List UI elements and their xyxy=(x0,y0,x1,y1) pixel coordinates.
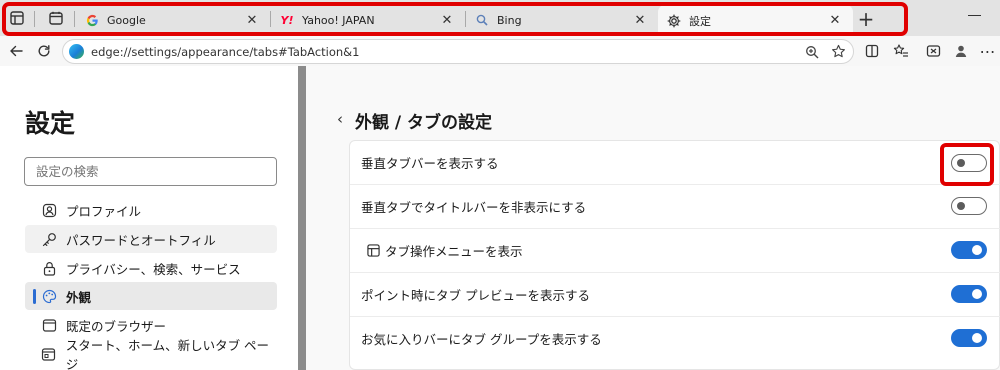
bing-search-icon xyxy=(475,13,489,27)
setting-row-hide-title-bar: 垂直タブでタイトルバーを非表示にする xyxy=(350,185,1000,228)
settings-search-input[interactable] xyxy=(24,157,277,186)
split-screen-icon xyxy=(865,44,879,58)
refresh-button[interactable] xyxy=(33,40,55,62)
tab-title: Bing xyxy=(497,13,522,27)
tab-title: Google xyxy=(107,13,146,27)
page-title: 外観 / タブの設定 xyxy=(355,113,493,133)
toggle-knob xyxy=(957,159,965,167)
lock-icon xyxy=(41,260,57,276)
browser-window-icon xyxy=(41,317,57,333)
favorites-list-icon xyxy=(893,44,908,57)
setting-label: お気に入りバーにタブ グループを表示する xyxy=(361,332,602,347)
sidebar-item-label: 外観 xyxy=(66,289,92,305)
key-icon xyxy=(41,231,57,247)
sidebar-item-start-home[interactable]: スタート、ホーム、新しいタブ ページ xyxy=(25,338,277,370)
sidebar-item-passwords[interactable]: パスワードとオートフィル xyxy=(25,225,277,253)
home-window-icon xyxy=(41,346,57,362)
tab-separator xyxy=(34,11,35,27)
tab-groups-favorites-toggle[interactable] xyxy=(951,329,987,347)
back-chevron-icon[interactable]: ‹ xyxy=(333,110,347,128)
favorite-button[interactable] xyxy=(827,41,849,63)
star-icon xyxy=(831,44,845,58)
sidebar-item-label: プロファイル xyxy=(66,203,142,219)
edge-logo-icon xyxy=(69,44,84,59)
plus-icon: + xyxy=(857,7,875,31)
web-capture-button[interactable] xyxy=(922,40,944,62)
refresh-icon xyxy=(38,45,50,57)
tab-bing[interactable]: Bing ✕ xyxy=(466,7,658,33)
tab-yahoo[interactable]: Y! Yahoo! JAPAN ✕ xyxy=(271,7,465,33)
toggle-knob xyxy=(972,289,982,299)
setting-row-tab-actions-menu: タブ操作メニューを表示 xyxy=(350,229,1000,272)
tab-separator xyxy=(74,11,75,27)
sidebar-item-label: スタート、ホーム、新しいタブ ページ xyxy=(65,338,270,370)
address-bar[interactable]: edge://settings/appearance/tabs#TabActio… xyxy=(62,39,854,64)
yahoo-y-icon: Y! xyxy=(280,13,294,27)
tab-settings-card: 垂直タブバーを表示する 垂直タブでタイトルバーを非表示にする タブ操作メニューを… xyxy=(349,140,1000,370)
sidebar-item-appearance[interactable]: 外観 xyxy=(25,282,277,310)
back-button[interactable] xyxy=(5,40,27,62)
url-text[interactable]: edge://settings/appearance/tabs#TabActio… xyxy=(91,45,801,59)
zoom-button[interactable] xyxy=(801,41,823,63)
workspaces-button[interactable] xyxy=(47,9,65,27)
web-capture-icon xyxy=(926,45,940,57)
tab-google[interactable]: Google ✕ xyxy=(76,7,270,33)
tab-actions-menu-button[interactable] xyxy=(8,9,26,27)
tab-actions-icon xyxy=(366,244,380,258)
close-icon[interactable]: ✕ xyxy=(244,12,260,28)
vertical-tabs-toggle[interactable] xyxy=(951,154,987,172)
sidebar-title: 設定 xyxy=(25,109,76,138)
sidebar-item-profiles[interactable]: プロファイル xyxy=(25,196,277,224)
avatar-icon xyxy=(955,45,967,57)
sidebar-item-label: パスワードとオートフィル xyxy=(66,232,216,248)
setting-row-tab-preview: ポイント時にタブ プレビューを表示する xyxy=(350,273,1000,316)
toggle-knob xyxy=(972,333,982,343)
gear-icon xyxy=(667,14,681,28)
sidebar-item-privacy[interactable]: プライバシー、検索、サービス xyxy=(25,254,277,282)
close-icon[interactable]: ✕ xyxy=(827,13,843,29)
setting-label: 垂直タブバーを表示する xyxy=(361,156,499,171)
arrow-left-icon xyxy=(10,45,23,57)
tab-settings[interactable]: 設定 ✕ xyxy=(658,5,853,36)
selected-indicator xyxy=(33,289,36,304)
setting-row-tab-groups-favorites: お気に入りバーにタブ グループを表示する xyxy=(350,317,1000,360)
setting-label: タブ操作メニューを表示 xyxy=(385,244,523,259)
setting-label: ポイント時にタブ プレビューを表示する xyxy=(361,288,590,303)
setting-label-wrap: タブ操作メニューを表示 xyxy=(361,241,523,260)
more-menu-button[interactable]: ⋯ xyxy=(976,40,998,62)
tab-strip: Google ✕ Y! Yahoo! JAPAN ✕ Bing ✕ 設定 ✕ + xyxy=(0,0,1000,36)
profile-icon xyxy=(41,202,57,218)
appearance-icon xyxy=(41,288,57,304)
close-icon[interactable]: ✕ xyxy=(632,12,648,28)
toggle-knob xyxy=(972,245,982,255)
new-tab-button[interactable]: + xyxy=(855,7,877,31)
settings-main: ‹ 外観 / タブの設定 垂直タブバーを表示する 垂直タブでタイトルバーを非表示… xyxy=(306,66,1000,370)
setting-label: 垂直タブでタイトルバーを非表示にする xyxy=(361,200,587,215)
favorites-button[interactable] xyxy=(890,40,912,62)
vertical-tabs-icon xyxy=(10,11,24,25)
google-g-icon xyxy=(85,13,99,27)
zoom-icon xyxy=(806,45,819,58)
setting-row-vertical-tabs: 垂直タブバーを表示する xyxy=(350,141,1000,184)
profile-button[interactable] xyxy=(950,40,972,62)
workspaces-icon xyxy=(49,11,63,25)
tab-title: Yahoo! JAPAN xyxy=(302,13,375,27)
settings-sidebar: 設定 プロファイル パスワードとオートフィル プライバシー、検索、サービス 外観… xyxy=(0,66,298,370)
tab-preview-toggle[interactable] xyxy=(951,285,987,303)
sidebar-scrollbar[interactable] xyxy=(298,66,306,370)
sidebar-item-label: プライバシー、検索、サービス xyxy=(66,261,241,277)
tab-actions-menu-toggle[interactable] xyxy=(951,241,987,259)
toggle-knob xyxy=(957,202,965,210)
toolbar: edge://settings/appearance/tabs#TabActio… xyxy=(0,36,1000,66)
close-icon[interactable]: ✕ xyxy=(439,12,455,28)
split-screen-button[interactable] xyxy=(861,40,883,62)
sidebar-item-label: 既定のブラウザー xyxy=(66,318,167,334)
hide-title-bar-toggle[interactable] xyxy=(951,197,987,215)
tab-title: 設定 xyxy=(689,14,711,28)
minimize-window-button[interactable] xyxy=(968,15,981,16)
more-icon: ⋯ xyxy=(979,41,996,61)
